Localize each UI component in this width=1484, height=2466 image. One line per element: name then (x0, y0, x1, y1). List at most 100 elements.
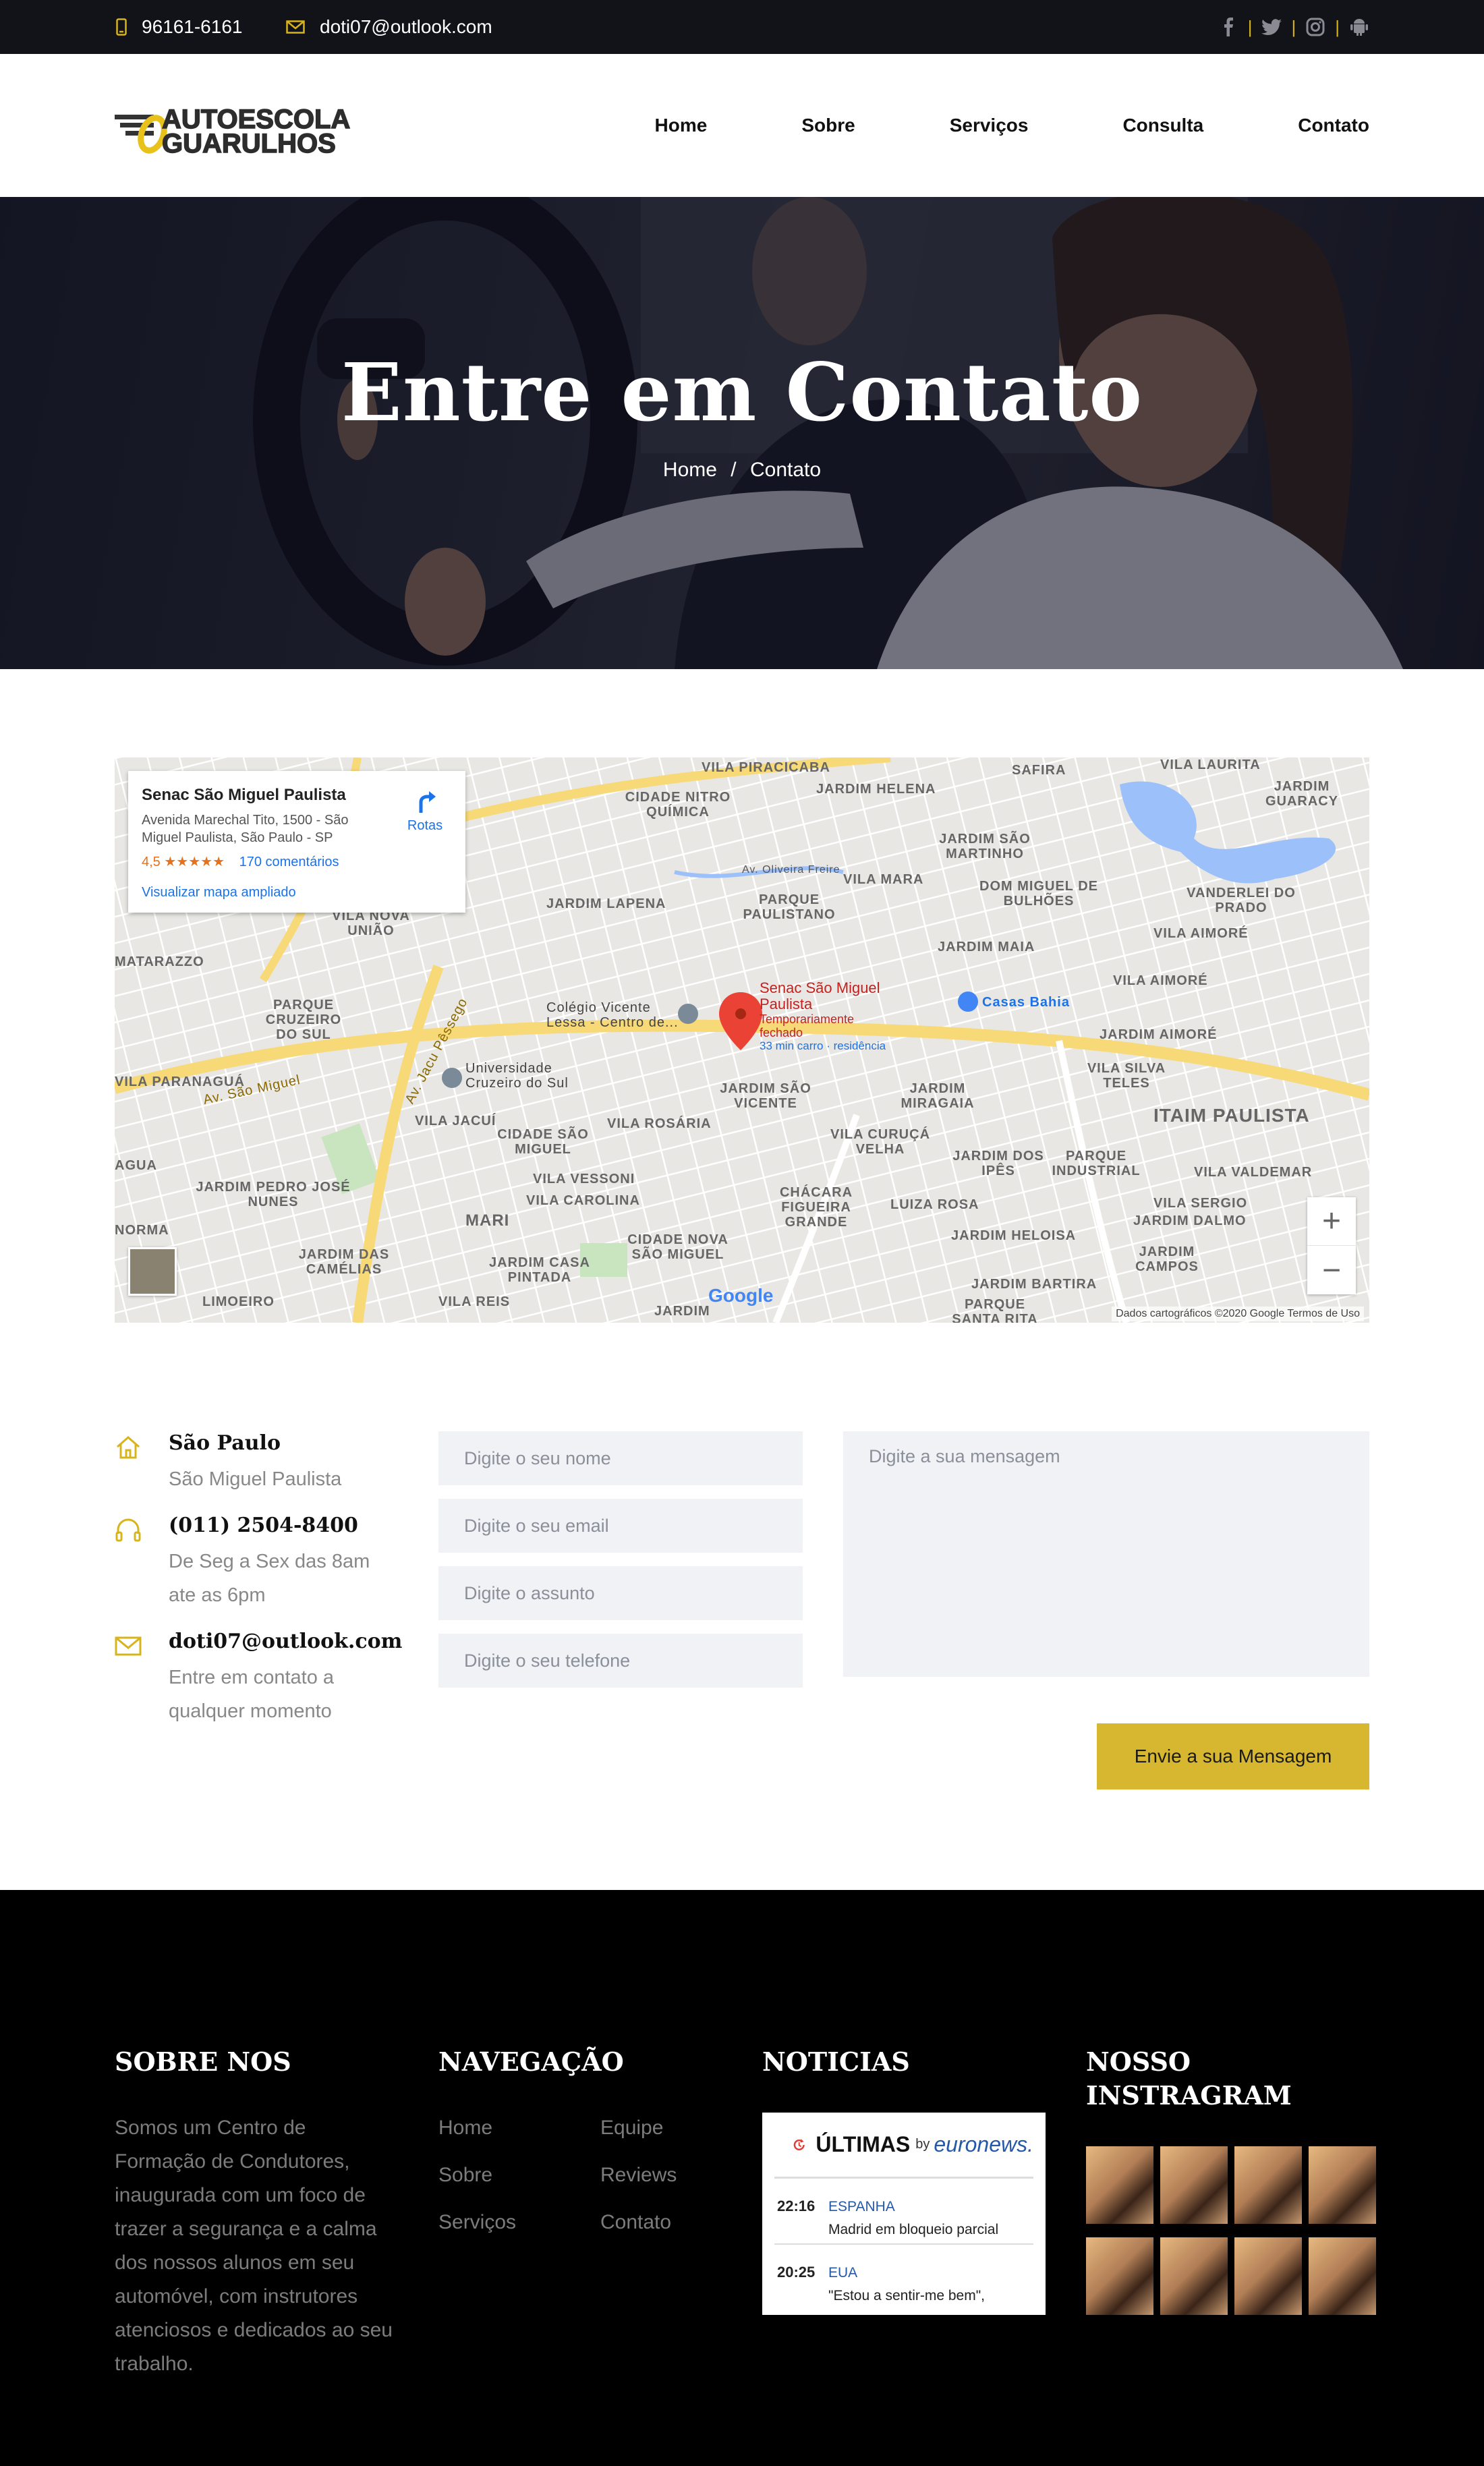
google-map[interactable]: VILA PIRACICABA SAFIRA VILA LAURITA JARD… (115, 757, 1369, 1323)
social-links: | | | (1218, 0, 1369, 54)
map-label: VILA AIMORÉ (1113, 973, 1208, 988)
map-label: JARDIM DAS CAMÉLIAS (298, 1247, 390, 1277)
envelope-icon (286, 20, 305, 34)
refresh-icon (793, 2138, 805, 2150)
map-label: JARDIM CASA PINTADA (489, 1255, 590, 1285)
android-icon[interactable] (1349, 17, 1369, 37)
map-label: JARDIM DALMO (1133, 1213, 1247, 1228)
map-label: PARQUE PAULISTANO (743, 892, 836, 922)
phone-icon (116, 18, 127, 36)
footer-link-servicos[interactable]: Serviços (438, 2211, 516, 2234)
info-city-sub: São Miguel Paulista (169, 1468, 342, 1490)
instagram-photo[interactable] (1234, 2237, 1302, 2315)
instagram-photo[interactable] (1160, 2237, 1228, 2315)
facebook-icon[interactable] (1218, 17, 1238, 37)
zoom-out-button[interactable]: − (1307, 1246, 1356, 1294)
logo-line2: GUARULHOS (162, 129, 336, 159)
map-label: CIDADE NITRO QUÍMICA (625, 790, 731, 820)
google-logo: Google (708, 1285, 774, 1306)
map-label: JARDIM CAMPOS (1135, 1244, 1199, 1274)
map-label: JARDIM (654, 1304, 710, 1319)
headphones-icon (115, 1518, 141, 1542)
site-logo[interactable]: AUTOESCOLA GUARULHOS (115, 96, 364, 163)
footer-link-reviews[interactable]: Reviews (600, 2164, 677, 2187)
map-label: VILA REIS (438, 1294, 511, 1309)
instagram-photo[interactable] (1160, 2146, 1228, 2224)
news-widget-by: by (915, 2137, 930, 2152)
news-item[interactable]: 20:25 EUA "Estou a sentir-me bem", (774, 2245, 1033, 2311)
map-label: JARDIM LAPENA (546, 896, 666, 911)
instagram-photo[interactable] (1086, 2146, 1153, 2224)
instagram-photo[interactable] (1234, 2146, 1302, 2224)
news-category: ESPANHA (828, 2199, 895, 2214)
map-label: JARDIM SÃO VICENTE (720, 1081, 811, 1111)
nav-contato[interactable]: Contato (1298, 115, 1369, 136)
map-label: JARDIM SÃO MARTINHO (939, 832, 1031, 861)
zoom-in-button[interactable]: + (1307, 1197, 1356, 1246)
map-directions-button[interactable]: Rotas (405, 787, 445, 834)
page-title: Entre em Contato (341, 345, 1143, 439)
footer-link-contato[interactable]: Contato (600, 2211, 671, 2234)
instagram-icon[interactable] (1305, 17, 1325, 37)
map-label: LUIZA ROSA (890, 1197, 979, 1212)
home-icon (117, 1436, 140, 1459)
instagram-photo[interactable] (1309, 2237, 1376, 2315)
topbar-phone-text: 96161-6161 (142, 16, 243, 37)
map-label: VILA AIMORÉ (1153, 926, 1249, 941)
marker-status: Temporariamente fechado (760, 1012, 855, 1039)
news-item[interactable]: 22:16 ESPANHA Madrid em bloqueio parcial (774, 2179, 1033, 2245)
nav-sobre[interactable]: Sobre (801, 115, 855, 136)
map-label: PARQUE SANTA RITA (952, 1297, 1038, 1323)
news-widget[interactable]: ÚLTIMAS by euronews. 22:16 ESPANHA Madri… (762, 2113, 1046, 2315)
map-label: VILA NOVA UNIÃO (332, 909, 410, 938)
email-input[interactable]: Digite o seu email (438, 1499, 803, 1553)
info-phone-title[interactable]: (011) 2504-8400 (169, 1514, 358, 1537)
map-label: VILA SERGIO (1153, 1196, 1248, 1211)
nav-home[interactable]: Home (655, 115, 708, 136)
map-label: VILA LAURITA (1160, 757, 1261, 772)
site-footer: SOBRE NOS Somos um Centro de Formação de… (0, 1890, 1484, 2466)
instagram-photo[interactable] (1309, 2146, 1376, 2224)
message-textarea[interactable]: Digite a sua mensagem (843, 1431, 1369, 1677)
instagram-photo[interactable] (1086, 2237, 1153, 2315)
breadcrumb-home[interactable]: Home (663, 459, 717, 481)
social-separator: | (1291, 16, 1296, 37)
name-input[interactable]: Digite o seu nome (438, 1431, 803, 1485)
footer-about-heading: SOBRE NOS (115, 2046, 291, 2077)
footer-instagram-heading: NOSSO INSTRAGRAM (1086, 2046, 1292, 2111)
topbar-phone[interactable]: 96161-6161 (116, 0, 242, 54)
nav-consulta[interactable]: Consulta (1122, 115, 1203, 136)
footer-link-sobre[interactable]: Sobre (438, 2164, 492, 2187)
footer-link-equipe[interactable]: Equipe (600, 2117, 663, 2140)
footer-about-text: Somos um Centro de Formação de Condutore… (115, 2117, 393, 2375)
info-city-title: São Paulo (169, 1431, 281, 1455)
nav-servicos[interactable]: Serviços (950, 115, 1029, 136)
breadcrumb-current: Contato (749, 459, 822, 481)
phone-input[interactable]: Digite o seu telefone (438, 1634, 803, 1688)
map-label: JARDIM MIRAGAIA (901, 1081, 975, 1111)
info-email-sub: Entre em contato a qualquer momento (169, 1667, 335, 1722)
map-view-larger-link[interactable]: Visualizar mapa ampliado (142, 885, 296, 900)
footer-link-home[interactable]: Home (438, 2117, 492, 2140)
map-label: AGUA (115, 1158, 157, 1173)
twitter-icon[interactable] (1261, 17, 1282, 37)
map-place-card: Senac São Miguel Paulista Avenida Marech… (128, 771, 465, 913)
map-label: JARDIM DOS IPÊS (952, 1149, 1044, 1178)
map-rating: 4,5 ★★★★★ (142, 855, 225, 869)
send-message-button[interactable]: Envie a sua Mensagem (1097, 1723, 1369, 1789)
topbar-email-text: doti07@outlook.com (320, 16, 492, 37)
news-widget-title: ÚLTIMAS (816, 2132, 911, 2156)
map-label: VILA PARANAGUÁ (115, 1074, 245, 1089)
info-email-title[interactable]: doti07@outlook.com (169, 1630, 402, 1653)
map-reviews-link[interactable]: 170 comentários (239, 855, 339, 869)
footer-nav-heading: NAVEGAÇÃO (438, 2046, 624, 2077)
news-time: 20:25 (777, 2264, 816, 2281)
street-view-thumbnail[interactable] (128, 1247, 177, 1296)
map-label: VILA SILVA TELES (1087, 1061, 1166, 1091)
map-marker-label[interactable]: Senac São Miguel Paulista Temporariament… (760, 980, 894, 1053)
topbar-email[interactable]: doti07@outlook.com (286, 0, 492, 54)
map-label: JARDIM HELENA (816, 782, 936, 797)
map-attribution[interactable]: Dados cartográficos ©2020 Google Termos … (1112, 1307, 1364, 1321)
map-label: JARDIM BARTIRA (971, 1277, 1097, 1292)
subject-input[interactable]: Digite o assunto (438, 1566, 803, 1620)
